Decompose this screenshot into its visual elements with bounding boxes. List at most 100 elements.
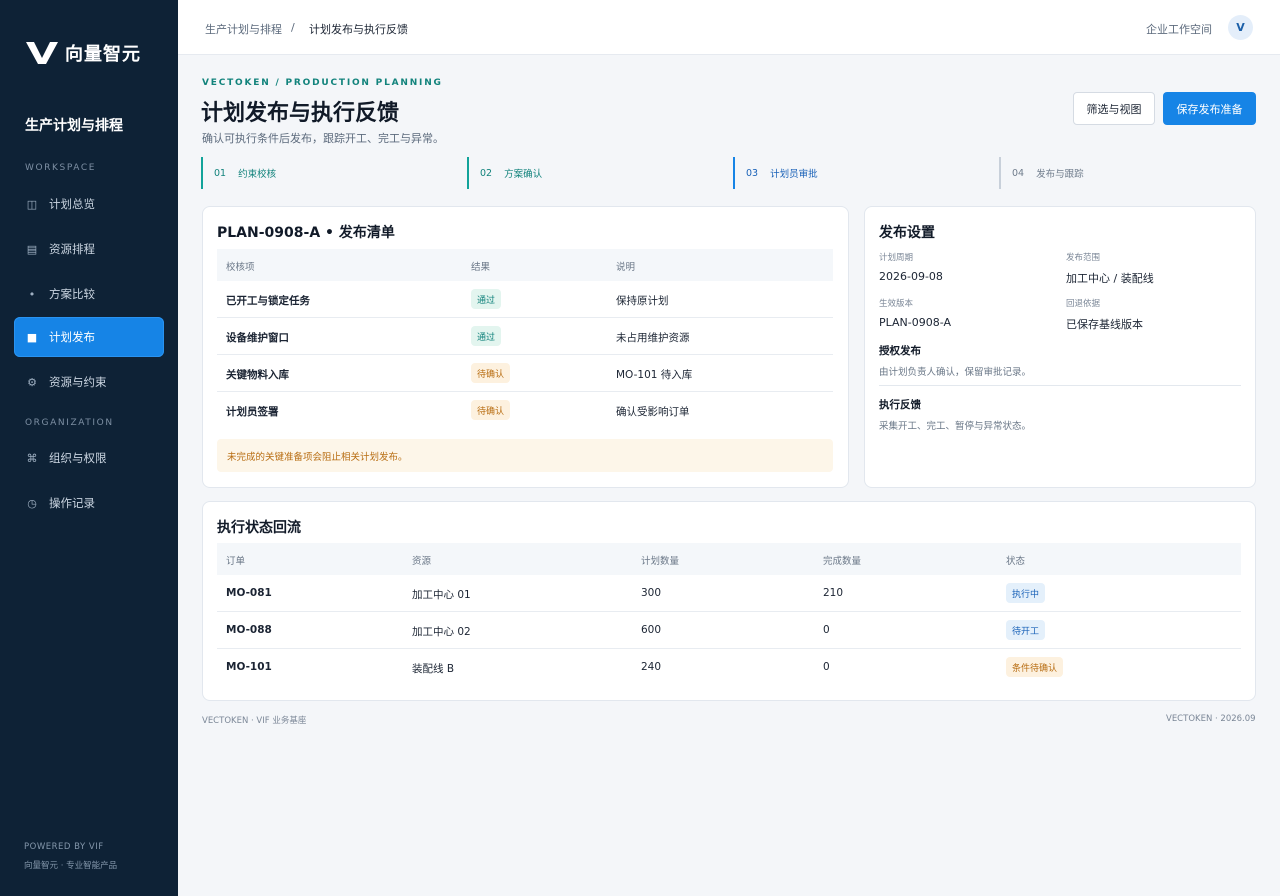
execution-table-header: 订单 资源 计划数量 完成数量 状态	[217, 543, 1241, 575]
dot-icon: •	[28, 287, 36, 301]
step-scheme-confirm[interactable]: 02 方案确认	[467, 157, 717, 189]
status-badge: 条件待确认	[1006, 657, 1064, 677]
check-note: 未占用维护资源	[616, 332, 690, 344]
sidebar-item-label: 组织与权限	[49, 451, 107, 465]
sidebar-item-label: 方案比较	[49, 287, 95, 301]
step-number: 04	[1012, 167, 1025, 179]
sidebar-item-label: 资源与约束	[49, 375, 107, 389]
check-item: 计划员签署	[226, 406, 279, 418]
settings-title: 发布设置	[879, 225, 935, 241]
period-label: 计划周期	[879, 253, 914, 263]
step-number: 03	[746, 167, 759, 179]
brand-name: 向量智元	[65, 44, 141, 65]
scope-value: 加工中心 / 装配线	[1066, 272, 1154, 285]
done-qty: 210	[823, 587, 844, 599]
status-badge: 通过	[471, 326, 502, 346]
column-header: 计划数量	[641, 556, 680, 567]
sidebar-item-scheme-compare[interactable]: • 方案比较	[14, 274, 164, 314]
rollback-value: 已保存基线版本	[1066, 318, 1143, 331]
sidebar-item-plan-release[interactable]: ■ 计划发布	[14, 317, 164, 357]
planned-qty: 600	[641, 624, 662, 636]
logo-mark-icon	[26, 42, 58, 64]
table-row: 计划员签署 待确认 确认受影响订单	[217, 392, 833, 429]
product-tagline: 向量智元 · 专业智能产品	[24, 861, 118, 871]
check-item: 设备维护窗口	[226, 332, 289, 344]
breadcrumb-parent[interactable]: 生产计划与排程	[205, 21, 282, 37]
sidebar-item-label: 资源排程	[49, 242, 95, 256]
table-row[interactable]: MO-088 加工中心 02 600 0 待开工	[217, 612, 1241, 649]
execution-title: 执行状态回流	[217, 520, 301, 536]
breadcrumb-current: 计划发布与执行反馈	[309, 23, 408, 36]
status-badge: 待开工	[1006, 620, 1046, 640]
auth-release-text: 由计划负责人确认，保留审批记录。	[879, 367, 1032, 378]
resource-name: 装配线 B	[412, 663, 455, 675]
sidebar-item-operation-log[interactable]: ◷ 操作记录	[14, 483, 164, 523]
version-value: PLAN-0908-A	[879, 316, 951, 329]
status-badge: 待确认	[471, 400, 511, 420]
table-row: 设备维护窗口 通过 未占用维护资源	[217, 318, 833, 355]
column-header: 资源	[412, 556, 432, 567]
square-icon: ■	[26, 330, 38, 344]
planned-qty: 300	[641, 587, 662, 599]
column-header: 说明	[616, 262, 636, 273]
rollback-label: 回退依据	[1066, 299, 1101, 309]
checklist-title: PLAN-0908-A • 发布清单	[217, 225, 395, 241]
column-header: 状态	[1006, 556, 1026, 567]
status-badge: 通过	[471, 289, 502, 309]
gear-icon: ⚙	[27, 375, 37, 389]
sidebar-item-resource-scheduling[interactable]: ▤ 资源排程	[14, 229, 164, 269]
columns-icon: ◫	[26, 197, 38, 211]
step-number: 02	[480, 167, 493, 179]
column-header: 校核项	[226, 262, 255, 273]
avatar[interactable]: V	[1228, 15, 1253, 40]
check-item: 关键物料入库	[226, 369, 289, 381]
divider	[879, 385, 1241, 386]
brand-logo[interactable]: 向量智元	[25, 40, 141, 66]
sidebar-item-resources-constraints[interactable]: ⚙ 资源与约束	[14, 362, 164, 402]
column-header: 订单	[226, 556, 246, 567]
order-id: MO-101	[226, 661, 272, 673]
table-row[interactable]: MO-081 加工中心 01 300 210 执行中	[217, 575, 1241, 612]
step-label: 发布与跟踪	[1036, 169, 1084, 180]
step-planner-approval[interactable]: 03 计划员审批	[733, 157, 983, 189]
resource-name: 加工中心 02	[412, 626, 471, 638]
version-label: 生效版本	[879, 299, 914, 309]
order-id: MO-088	[226, 624, 272, 636]
column-header: 完成数量	[823, 556, 862, 567]
exec-feedback-title: 执行反馈	[879, 399, 921, 411]
step-release-track[interactable]: 04 发布与跟踪	[999, 157, 1249, 189]
planned-qty: 240	[641, 661, 662, 673]
breadcrumb-separator: /	[291, 21, 295, 34]
page-eyebrow: VECTOKEN / PRODUCTION PLANNING	[202, 78, 443, 88]
command-icon: ⌘	[26, 451, 38, 465]
filter-view-button[interactable]: 筛选与视图	[1073, 92, 1155, 125]
checklist-table-header: 校核项 结果 说明	[217, 249, 833, 281]
check-note: 确认受影响订单	[616, 406, 690, 418]
status-badge: 待确认	[471, 363, 511, 383]
period-value: 2026-09-08	[879, 270, 943, 283]
done-qty: 0	[823, 661, 830, 673]
powered-by: POWERED BY VIF	[24, 842, 104, 852]
scope-label: 发布范围	[1066, 253, 1101, 263]
sidebar-item-org-permissions[interactable]: ⌘ 组织与权限	[14, 438, 164, 478]
list-icon: ▤	[26, 242, 38, 256]
check-item: 已开工与锁定任务	[226, 295, 310, 307]
topbar: 生产计划与排程 / 计划发布与执行反馈 企业工作空间 V	[178, 0, 1280, 55]
auth-release-title: 授权发布	[879, 345, 921, 357]
section-label-workspace: WORKSPACE	[25, 163, 97, 173]
step-label: 方案确认	[504, 169, 543, 180]
release-settings-card: 发布设置 计划周期 2026-09-08 发布范围 加工中心 / 装配线 生效版…	[864, 206, 1256, 488]
table-row[interactable]: MO-101 装配线 B 240 0 条件待确认	[217, 649, 1241, 686]
workspace-switcher[interactable]: 企业工作空间	[1146, 21, 1212, 37]
sidebar-item-label: 计划总览	[49, 197, 95, 211]
footer-right: VECTOKEN · 2026.09	[1166, 714, 1256, 724]
step-constraint-check[interactable]: 01 约束校核	[201, 157, 451, 189]
save-release-button[interactable]: 保存发布准备	[1163, 92, 1256, 125]
check-note: 保持原计划	[616, 295, 669, 307]
sidebar-item-label: 操作记录	[49, 496, 95, 510]
sidebar-item-plan-overview[interactable]: ◫ 计划总览	[14, 184, 164, 224]
sidebar-item-label: 计划发布	[49, 330, 95, 344]
step-label: 计划员审批	[770, 169, 818, 180]
table-row: 已开工与锁定任务 通过 保持原计划	[217, 281, 833, 318]
clock-icon: ◷	[27, 496, 37, 510]
